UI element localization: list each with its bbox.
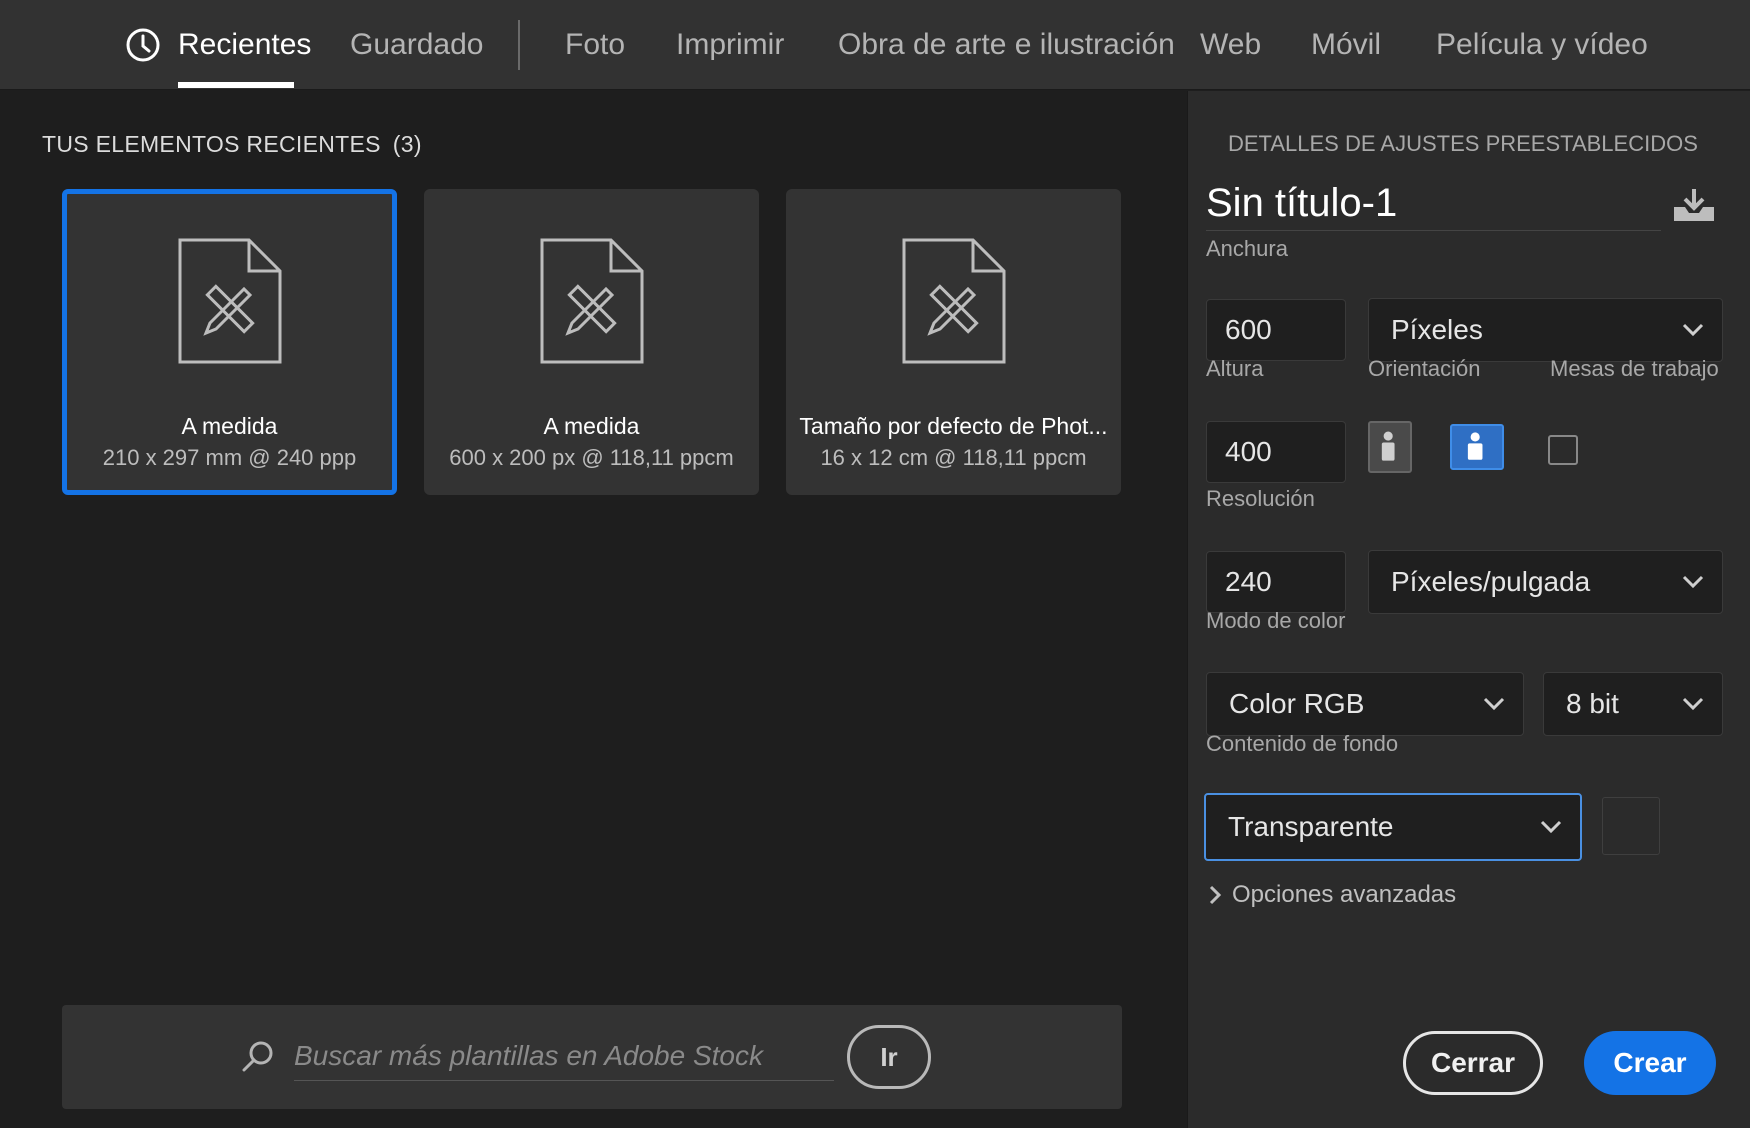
tab-obra-de-arte[interactable]: Obra de arte e ilustración <box>838 0 1175 90</box>
background-contents-select[interactable]: Transparente <box>1204 793 1582 861</box>
recent-count: (3) <box>392 131 422 157</box>
preset-details-panel: DETALLES DE AJUSTES PREESTABLECIDOS Sin … <box>1187 91 1750 1128</box>
resolution-input[interactable]: 240 <box>1206 551 1346 613</box>
background-contents-value: Transparente <box>1228 811 1394 842</box>
height-input[interactable]: 400 <box>1206 421 1346 483</box>
bit-depth-value: 8 bit <box>1566 688 1619 719</box>
recent-item-subtitle: 16 x 12 cm @ 118,11 ppcm <box>820 445 1087 470</box>
portrait-orientation-button[interactable] <box>1368 421 1412 473</box>
custom-document-icon <box>178 238 281 364</box>
recent-item-card[interactable]: Tamaño por defecto de Phot... 16 x 12 cm… <box>786 189 1121 495</box>
width-unit-value: Píxeles <box>1391 314 1483 345</box>
color-mode-value: Color RGB <box>1229 688 1365 719</box>
tab-pelicula-y-video[interactable]: Película y vídeo <box>1436 0 1648 90</box>
clock-icon <box>126 28 160 62</box>
recent-item-card[interactable]: A medida 210 x 297 mm @ 240 ppp <box>62 189 397 495</box>
stock-search-input[interactable] <box>294 1031 834 1081</box>
chevron-down-icon <box>1682 323 1704 337</box>
color-mode-select[interactable]: Color RGB <box>1206 672 1524 736</box>
recent-item-title: A medida <box>181 413 278 439</box>
search-icon <box>242 1041 273 1072</box>
landscape-person-icon <box>1467 432 1483 460</box>
tab-movil[interactable]: Móvil <box>1311 0 1381 90</box>
width-unit-select[interactable]: Píxeles <box>1368 298 1723 362</box>
tab-imprimir[interactable]: Imprimir <box>676 0 784 90</box>
background-label: Contenido de fondo <box>1206 731 1399 756</box>
create-button[interactable]: Crear <box>1584 1031 1716 1095</box>
chevron-right-icon <box>1209 885 1222 905</box>
portrait-person-icon <box>1381 431 1395 461</box>
resolution-unit-value: Píxeles/pulgada <box>1391 566 1591 597</box>
chevron-down-icon <box>1682 575 1704 589</box>
close-button[interactable]: Cerrar <box>1403 1031 1543 1095</box>
resolution-label: Resolución <box>1206 486 1315 511</box>
artboards-checkbox[interactable] <box>1548 435 1578 465</box>
recent-items-area: TUS ELEMENTOS RECIENTES (3) A medida 210 … <box>0 91 1187 1128</box>
recent-section-title: TUS ELEMENTOS RECIENTES (3) <box>42 131 422 158</box>
tab-foto[interactable]: Foto <box>565 0 625 90</box>
preset-category-bar: Recientes Guardado Foto Imprimir Obra de… <box>0 0 1750 90</box>
custom-document-icon <box>540 238 643 364</box>
stock-search-bar: Ir <box>62 1005 1122 1109</box>
recent-item-subtitle: 210 x 297 mm @ 240 ppp <box>102 445 357 470</box>
tab-divider <box>518 20 520 70</box>
search-go-button[interactable]: Ir <box>847 1025 931 1089</box>
advanced-options-toggle[interactable]: Opciones avanzadas <box>1208 881 1456 909</box>
width-input[interactable]: 600 <box>1206 299 1346 361</box>
active-tab-indicator <box>178 82 294 88</box>
preset-details-title: DETALLES DE AJUSTES PREESTABLECIDOS <box>1228 131 1698 156</box>
chevron-down-icon <box>1483 697 1505 711</box>
bit-depth-select[interactable]: 8 bit <box>1543 672 1723 736</box>
chevron-down-icon <box>1540 820 1562 834</box>
color-mode-label: Modo de color <box>1206 608 1346 633</box>
recent-item-title: Tamaño por defecto de Phot... <box>799 413 1108 439</box>
landscape-orientation-button[interactable] <box>1450 424 1504 470</box>
height-label: Altura <box>1206 356 1264 381</box>
tab-recientes[interactable]: Recientes <box>178 0 311 90</box>
resolution-unit-select[interactable]: Píxeles/pulgada <box>1368 550 1723 614</box>
recent-item-card[interactable]: A medida 600 x 200 px @ 118,11 ppcm <box>424 189 759 495</box>
recent-section-label: TUS ELEMENTOS RECIENTES <box>42 131 381 157</box>
custom-document-icon <box>902 238 1005 364</box>
orientation-label: Orientación <box>1368 356 1481 381</box>
background-color-swatch[interactable] <box>1602 797 1660 855</box>
advanced-options-label: Opciones avanzadas <box>1232 881 1457 908</box>
tab-guardado[interactable]: Guardado <box>350 0 483 90</box>
tab-web[interactable]: Web <box>1200 0 1261 90</box>
save-preset-icon[interactable] <box>1671 187 1717 223</box>
artboards-label: Mesas de trabajo <box>1550 356 1719 381</box>
recent-item-subtitle: 600 x 200 px @ 118,11 ppcm <box>449 445 734 470</box>
width-label: Anchura <box>1206 236 1288 261</box>
document-name-field[interactable]: Sin título-1 <box>1206 181 1661 231</box>
chevron-down-icon <box>1682 697 1704 711</box>
recent-item-title: A medida <box>543 413 640 439</box>
